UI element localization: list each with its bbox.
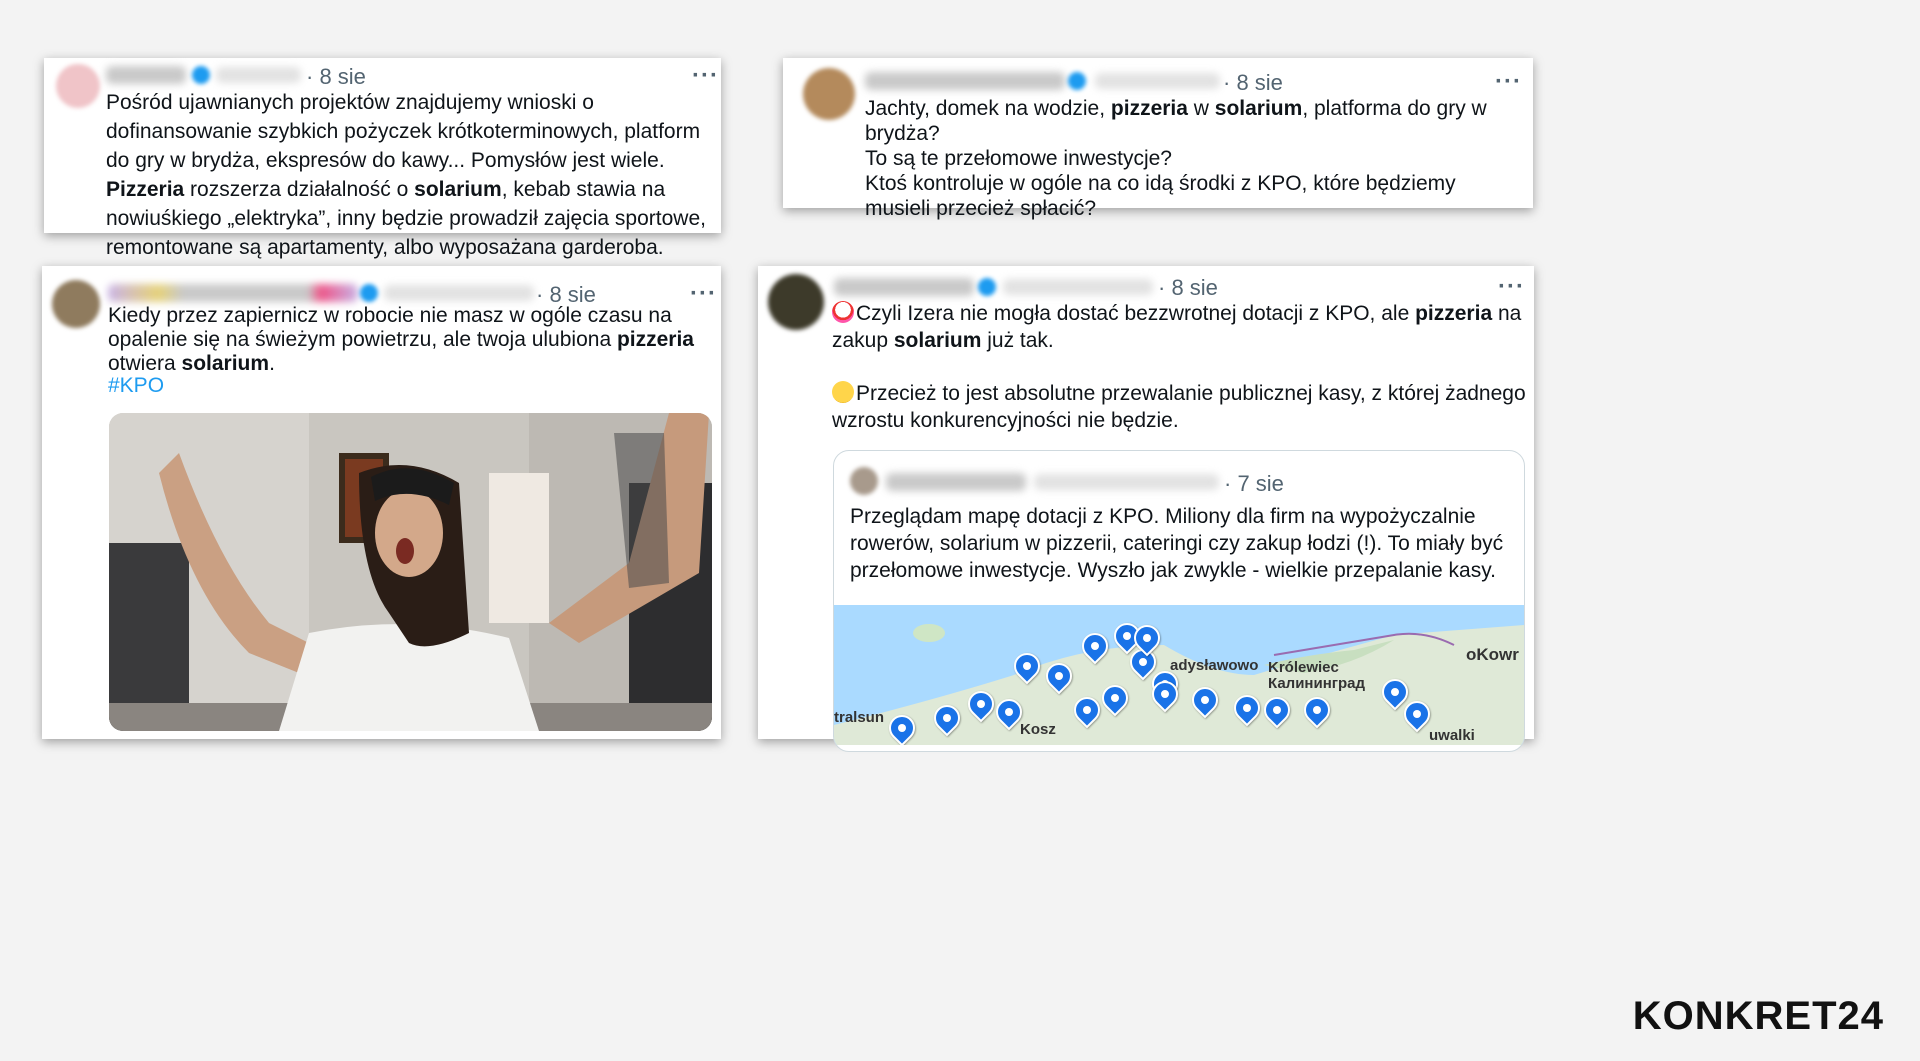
map-label: tralsun: [834, 709, 885, 726]
map-label: Kosz: [1020, 721, 1056, 738]
quoted-avatar[interactable]: [850, 467, 878, 495]
hashtag-link[interactable]: #KPO: [108, 374, 164, 398]
author-handle[interactable]: [1095, 73, 1220, 89]
tweet-media-image[interactable]: [109, 413, 712, 731]
quoted-tweet-date[interactable]: · 7 sie: [1224, 471, 1284, 497]
verified-badge-icon: [192, 66, 210, 84]
map-label: adysławowo: [1170, 657, 1259, 674]
avatar[interactable]: [768, 274, 824, 330]
rolling-eyes-face-icon: [832, 381, 854, 403]
more-options-icon[interactable]: ···: [1495, 70, 1522, 94]
quoted-tweet[interactable]: · 7 sie Przeglądam mapę dotacji z KPO. M…: [833, 450, 1525, 752]
quoted-tweet-text: Przeglądam mapę dotacji z KPO. Miliony d…: [850, 505, 1504, 582]
tweet-text-paragraph: Czyli Izera nie mogła dostać bezzwrotnej…: [832, 300, 1527, 354]
konkret24-logo: KONKRET24: [1632, 994, 1884, 1038]
more-options-icon[interactable]: ···: [690, 282, 717, 306]
verified-badge-icon: [978, 278, 996, 296]
author-name[interactable]: [865, 72, 1065, 90]
clown-face-icon: [832, 301, 854, 323]
quoted-author-handle[interactable]: [1034, 474, 1219, 490]
tweet-date[interactable]: · 8 sie: [1223, 70, 1283, 96]
avatar[interactable]: [52, 280, 100, 328]
verified-badge-icon: [360, 284, 378, 302]
author-handle[interactable]: [384, 285, 534, 301]
tweet-text: Kiedy przez zapiernicz w robocie nie mas…: [108, 304, 694, 375]
tweet-card[interactable]: · 8 sie ··· Kiedy przez zapiernicz w rob…: [42, 266, 721, 739]
map-image[interactable]: adysławowo Królewiec Калининград oKowr t…: [834, 605, 1524, 745]
tweet-line-1: Czyli Izera nie mogła dostać bezzwrotnej…: [832, 302, 1522, 352]
more-options-icon[interactable]: ···: [692, 64, 719, 88]
author-name[interactable]: [834, 278, 974, 296]
tweet-line-2: Przecież to jest absolutne przewalanie p…: [832, 382, 1526, 432]
avatar[interactable]: [803, 68, 855, 120]
tweet-card[interactable]: · 8 sie ··· Pośród ujawnianych projektów…: [44, 58, 721, 259]
author-name[interactable]: [106, 66, 186, 84]
tweet-date[interactable]: · 8 sie: [1158, 275, 1218, 301]
quoted-author-name[interactable]: [886, 473, 1026, 491]
more-options-icon[interactable]: ···: [1498, 275, 1525, 299]
map-label: Królewiec: [1268, 659, 1339, 676]
tweet-card[interactable]: · 8 sie ··· Jachty, domek na wodzie, piz…: [783, 58, 1533, 220]
verified-badge-icon: [1068, 72, 1086, 90]
map-label: oKowr: [1466, 645, 1519, 664]
tweet-text-paragraph: Przecież to jest absolutne przewalanie p…: [832, 380, 1527, 434]
author-handle[interactable]: [216, 67, 301, 83]
avatar[interactable]: [56, 64, 100, 108]
author-handle[interactable]: [1003, 279, 1153, 295]
tweet-text: Jachty, domek na wodzie, pizzeria w sola…: [865, 97, 1487, 220]
tweet-text: Pośród ujawnianych projektów znajdujemy …: [106, 91, 706, 259]
tweet-date[interactable]: · 8 sie: [306, 64, 366, 90]
tweet-card[interactable]: · 8 sie ··· Czyli Izera nie mogła dostać…: [758, 266, 1534, 752]
author-name[interactable]: [108, 284, 358, 302]
map-label: uwalki: [1429, 727, 1475, 744]
map-label: Калининград: [1268, 675, 1366, 692]
